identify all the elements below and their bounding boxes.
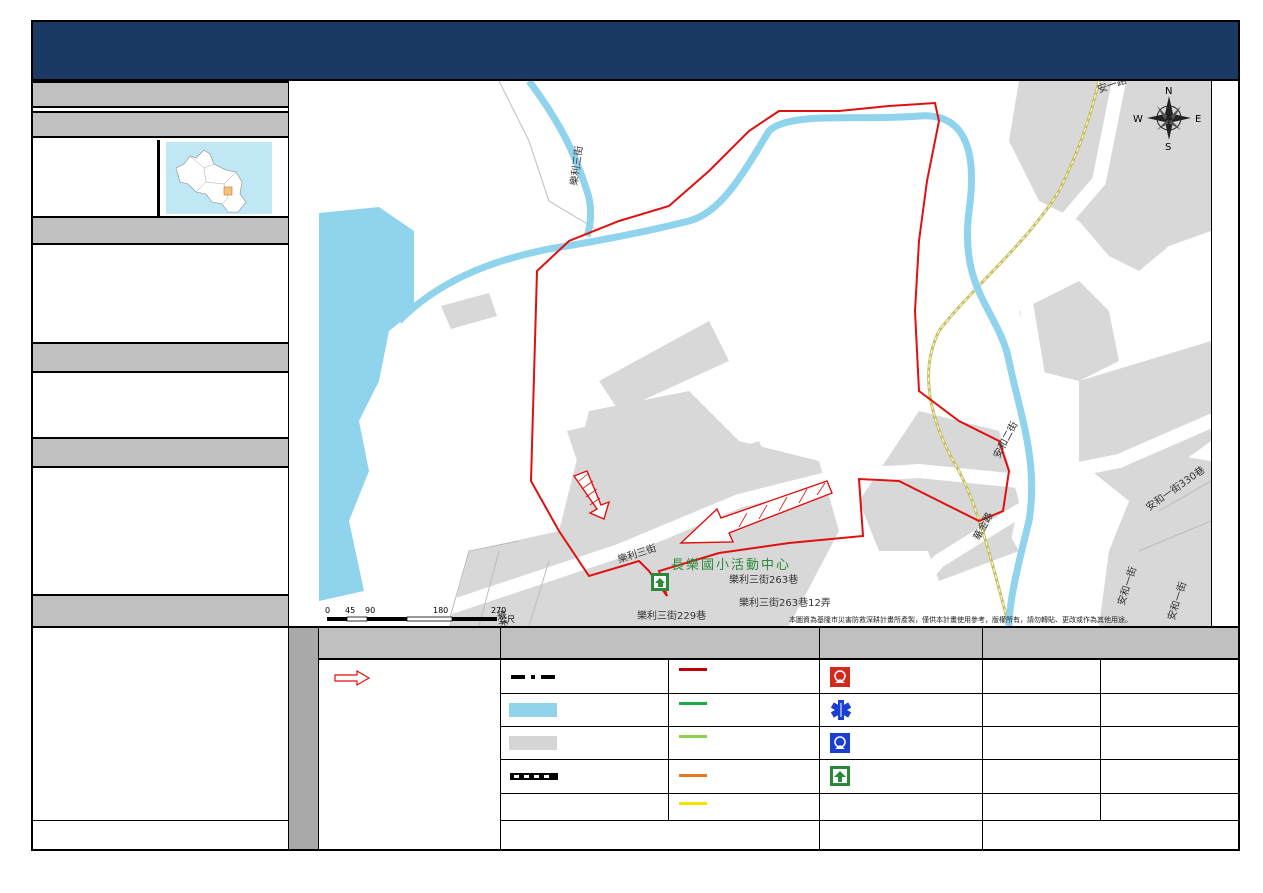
legend-building-symbol-cell: [501, 727, 669, 760]
info-header-5: [33, 437, 288, 468]
police-station-icon: [830, 733, 850, 753]
info-header-4: [33, 342, 288, 373]
scale-tick: 180: [433, 606, 448, 615]
legend-header-1: [319, 628, 501, 660]
legend-info-cell: [983, 660, 1101, 694]
evacuation-arrow-symbol: [334, 670, 371, 686]
legend-info-cell: [983, 727, 1101, 760]
street-label: 樂利三街263巷12弄: [739, 596, 831, 609]
compass-w: W: [1133, 114, 1143, 125]
legend-info-cell: [1101, 694, 1238, 727]
legend-info-cell: [1101, 794, 1238, 821]
legend-footer-cell: [820, 821, 983, 849]
legend-header-4: [983, 628, 1238, 660]
legend-info-cell: [1101, 760, 1238, 794]
street-label: 樂利三街263巷: [729, 573, 798, 586]
scale-tick: 270: [491, 606, 506, 615]
building-swatch: [509, 736, 557, 750]
map-right-border: [1211, 81, 1212, 626]
info-box-5: [33, 468, 288, 594]
compass-e: E: [1195, 114, 1201, 125]
column-divider: [288, 81, 289, 626]
legend-line-red-cell: [669, 660, 820, 694]
red-line-swatch: [679, 668, 707, 671]
admin-boundary-symbol: [511, 675, 555, 679]
legend-medical-icon-cell: [820, 694, 983, 727]
legend-line-yellow-cell: [669, 794, 820, 821]
yellow-line-swatch: [679, 802, 707, 805]
legend-notes-box: [33, 628, 289, 821]
scale-unit: 公尺: [499, 615, 515, 624]
compass-s: S: [1165, 142, 1171, 153]
street-label: 樂利三街229巷: [637, 609, 706, 622]
legend-line-lime-cell: [669, 727, 820, 760]
legend-info-cell: [1101, 727, 1238, 760]
legend-header-3: [820, 628, 983, 660]
legend-info-cell: [983, 794, 1101, 821]
legend-line-green-cell: [669, 694, 820, 727]
facility-label: 長樂國小活動中心: [671, 557, 791, 573]
info-panel: [33, 81, 288, 626]
legend-rail-symbol-cell: [501, 760, 669, 794]
legend-side-strip: [289, 628, 319, 849]
legend-info-cell: [1101, 660, 1238, 694]
scale-tick: 90: [365, 606, 375, 615]
legend-empty-cell: [501, 794, 669, 821]
scale-tick: 45: [345, 606, 355, 615]
shelter-marker: [651, 573, 669, 591]
legend-info-cell: [983, 694, 1101, 727]
info-header-6: [33, 594, 288, 626]
info-box-4: [33, 373, 288, 437]
map-canvas: 樂利三街 樂利三街263巷 樂利三街263巷12弄 樂利三街229巷 樂利三街3…: [319, 81, 1211, 626]
legend-header-2: [501, 628, 820, 660]
compass-n: N: [1165, 86, 1172, 97]
map-sheet-frame: 樂利三街 樂利三街263巷 樂利三街263巷12弄 樂利三街229巷 樂利三街3…: [31, 20, 1240, 851]
green-line-swatch: [679, 702, 707, 705]
info-header-2: [33, 111, 288, 138]
orange-line-swatch: [679, 774, 707, 777]
scale-tick: 0: [325, 606, 330, 615]
legend-boundary-symbol-cell: [501, 660, 669, 694]
legend-area: [33, 626, 1238, 851]
location-divider: [157, 140, 160, 216]
legend-info-cell: [983, 760, 1101, 794]
legend-arrow-cell: [319, 660, 501, 849]
legend-shelter-icon-cell: [820, 760, 983, 794]
legend-police-icon-cell: [820, 727, 983, 760]
legend-empty-cell: [820, 794, 983, 821]
medical-star-icon: [830, 700, 852, 720]
inset-locator-map: [166, 142, 272, 214]
map-disclaimer: 本圖資為基隆市災害防救深耕計畫所產製，僅供本計畫使用參考，版權所有，請勿轉貼、更…: [789, 615, 1132, 624]
legend-footer-right: [983, 821, 1238, 849]
legend-fire-icon-cell: [820, 660, 983, 694]
info-box-3: [33, 245, 288, 342]
shelter-icon: [830, 766, 850, 786]
legend-line-orange-cell: [669, 760, 820, 794]
railway-symbol: [510, 773, 558, 780]
evacuation-map[interactable]: 樂利三街 樂利三街263巷 樂利三街263巷12弄 樂利三街229巷 樂利三街3…: [319, 81, 1211, 626]
water-swatch: [509, 703, 557, 717]
lime-line-swatch: [679, 735, 707, 738]
legend-footer-mid: [501, 821, 820, 849]
legend-water-symbol-cell: [501, 694, 669, 727]
title-banner: [33, 22, 1238, 81]
fire-station-icon: [830, 667, 850, 687]
info-header-1: [33, 81, 288, 108]
info-header-3: [33, 216, 288, 245]
location-box: [33, 140, 288, 216]
legend-footer-box: [33, 821, 289, 849]
